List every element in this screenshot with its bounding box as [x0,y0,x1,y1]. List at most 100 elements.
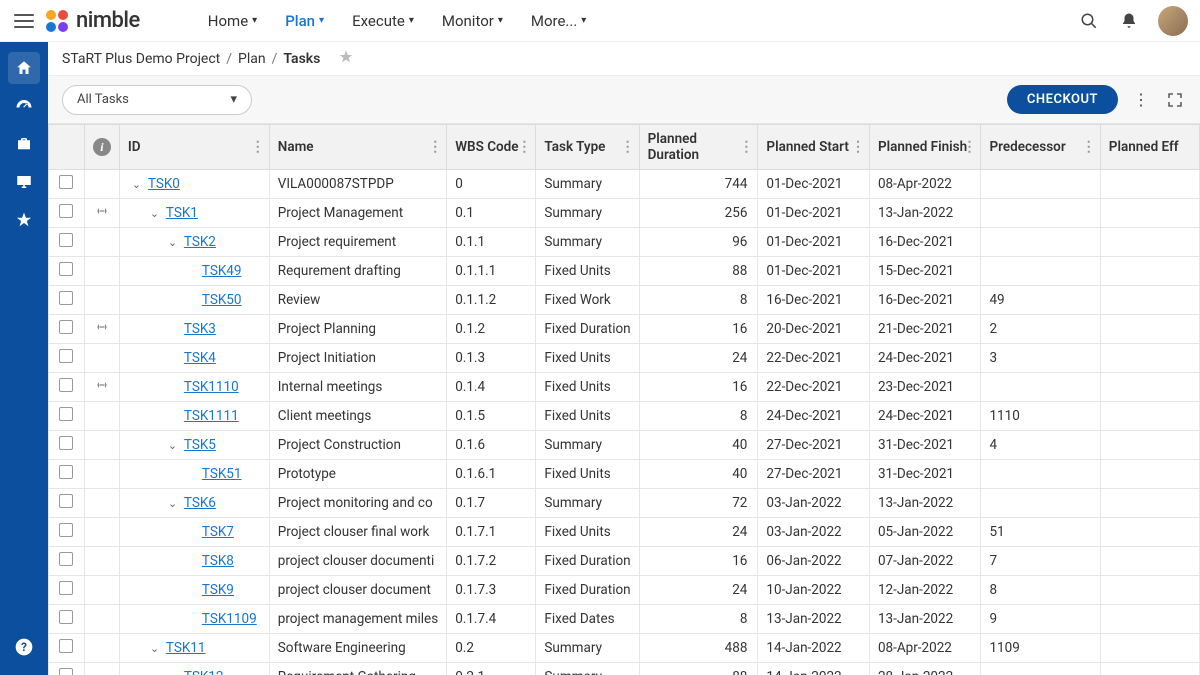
nav-item-execute[interactable]: Execute▾ [352,12,414,30]
table-row[interactable]: TSK8 project clouser documenti 0.1.7.2 F… [49,547,1200,576]
task-id-link[interactable]: TSK0 [148,176,180,192]
col-id[interactable]: ID⋮ [119,125,269,170]
nav-item-more[interactable]: More...▾ [531,12,586,30]
row-checkbox[interactable] [59,552,73,566]
task-id-link[interactable]: TSK12 [184,669,224,675]
favorite-star-icon[interactable] [338,49,354,69]
collapse-icon[interactable]: ⌄ [150,642,162,655]
col-menu-icon[interactable]: ⋮ [428,139,442,155]
row-checkbox[interactable] [59,349,73,363]
more-vert-icon[interactable]: ⋮ [1130,89,1152,111]
table-row[interactable]: ⌄TSK11 Software Engineering 0.2 Summary … [49,634,1200,663]
collapse-icon[interactable]: ⌄ [168,236,180,249]
col-menu-icon[interactable]: ⋮ [517,139,531,155]
table-row[interactable]: TSK3 Project Planning 0.1.2 Fixed Durati… [49,315,1200,344]
task-id-link[interactable]: TSK2 [184,234,216,250]
row-checkbox[interactable] [59,436,73,450]
collapse-icon[interactable]: ⌄ [132,178,144,191]
row-checkbox[interactable] [59,465,73,479]
col-type[interactable]: Task Type⋮ [536,125,639,170]
table-row[interactable]: TSK7 Project clouser final work 0.1.7.1 … [49,518,1200,547]
col-menu-icon[interactable]: ⋮ [621,139,635,155]
task-id-link[interactable]: TSK50 [202,292,242,308]
collapse-icon[interactable]: ⌄ [168,497,180,510]
table-row[interactable]: TSK50 Review 0.1.1.2 Fixed Work 8 16-Dec… [49,286,1200,315]
row-checkbox[interactable] [59,523,73,537]
task-id-link[interactable]: TSK3 [184,321,216,337]
col-name[interactable]: Name⋮ [269,125,446,170]
table-row[interactable]: TSK9 project clouser document 0.1.7.3 Fi… [49,576,1200,605]
row-checkbox[interactable] [59,262,73,276]
table-row[interactable]: TSK49 Requrement drafting 0.1.1.1 Fixed … [49,257,1200,286]
col-menu-icon[interactable]: ⋮ [851,139,865,155]
task-id-link[interactable]: TSK51 [202,466,242,482]
row-checkbox[interactable] [59,639,73,653]
row-checkbox[interactable] [59,320,73,334]
col-wbs[interactable]: WBS Code⋮ [447,125,536,170]
table-row[interactable]: TSK1111 Client meetings 0.1.5 Fixed Unit… [49,402,1200,431]
sidebar-briefcase-icon[interactable] [8,128,40,160]
sidebar-home-icon[interactable] [8,52,40,84]
col-start[interactable]: Planned Start⋮ [758,125,870,170]
col-menu-icon[interactable]: ⋮ [1082,139,1096,155]
table-row[interactable]: ⌄TSK12 Requirement Gathering 0.2.1 Summa… [49,663,1200,675]
checkout-button[interactable]: CHECKOUT [1007,85,1118,114]
row-checkbox[interactable] [59,610,73,624]
table-row[interactable]: ⌄TSK0 VILA000087STPDP 0 Summary 744 01-D… [49,170,1200,199]
sidebar-gauge-icon[interactable] [8,90,40,122]
collapse-icon[interactable]: ⌄ [150,207,162,220]
sidebar-desktop-icon[interactable] [8,166,40,198]
task-id-link[interactable]: TSK8 [202,553,234,569]
avatar[interactable] [1158,6,1188,36]
row-checkbox[interactable] [59,407,73,421]
fullscreen-icon[interactable] [1164,89,1186,111]
col-effort[interactable]: Planned Eff [1100,125,1199,170]
crumb-project[interactable]: STaRT Plus Demo Project [62,51,220,67]
collapse-icon[interactable]: ⌄ [168,439,180,452]
task-id-link[interactable]: TSK1111 [184,408,239,424]
row-checkbox[interactable] [59,233,73,247]
col-menu-icon[interactable]: ⋮ [739,139,753,155]
row-checkbox[interactable] [59,581,73,595]
row-checkbox[interactable] [59,378,73,392]
table-row[interactable]: TSK51 Prototype 0.1.6.1 Fixed Units 40 2… [49,460,1200,489]
task-id-link[interactable]: TSK1110 [184,379,239,395]
row-checkbox[interactable] [59,175,73,189]
col-duration[interactable]: Planned Duration⋮ [639,125,758,170]
task-id-link[interactable]: TSK1 [166,205,198,221]
row-checkbox[interactable] [59,668,73,675]
nav-item-monitor[interactable]: Monitor▾ [442,12,503,30]
collapse-icon[interactable]: ⌄ [168,671,180,675]
row-checkbox[interactable] [59,494,73,508]
row-checkbox[interactable] [59,291,73,305]
col-finish[interactable]: Planned Finish⋮ [869,125,981,170]
table-row[interactable]: ⌄TSK2 Project requirement 0.1.1 Summary … [49,228,1200,257]
task-id-link[interactable]: TSK5 [184,437,216,453]
table-row[interactable]: TSK1110 Internal meetings 0.1.4 Fixed Un… [49,373,1200,402]
table-row[interactable]: ⌄TSK5 Project Construction 0.1.6 Summary… [49,431,1200,460]
row-checkbox[interactable] [59,204,73,218]
nav-item-plan[interactable]: Plan▾ [285,12,324,30]
table-row[interactable]: TSK4 Project Initiation 0.1.3 Fixed Unit… [49,344,1200,373]
task-id-link[interactable]: TSK1109 [202,611,257,627]
task-id-link[interactable]: TSK49 [202,263,242,279]
task-id-link[interactable]: TSK7 [202,524,234,540]
col-predecessor[interactable]: Predecessor⋮ [981,125,1100,170]
crumb-section[interactable]: Plan [238,51,266,67]
table-container[interactable]: i ID⋮ Name⋮ WBS Code⋮ Task Type⋮ Planned… [48,124,1200,675]
logo[interactable]: nimble [44,8,140,34]
table-row[interactable]: TSK1109 project management miles 0.1.7.4… [49,605,1200,634]
task-id-link[interactable]: TSK11 [166,640,206,656]
table-row[interactable]: ⌄TSK6 Project monitoring and co 0.1.7 Su… [49,489,1200,518]
search-icon[interactable] [1078,10,1100,32]
task-id-link[interactable]: TSK6 [184,495,216,511]
task-id-link[interactable]: TSK9 [202,582,234,598]
sidebar-star-icon[interactable] [8,204,40,236]
bell-icon[interactable] [1118,10,1140,32]
nav-item-home[interactable]: Home▾ [208,12,257,30]
task-id-link[interactable]: TSK4 [184,350,216,366]
hamburger-icon[interactable] [12,9,36,33]
col-menu-icon[interactable]: ⋮ [962,139,976,155]
table-row[interactable]: ⌄TSK1 Project Management 0.1 Summary 256… [49,199,1200,228]
filter-dropdown[interactable]: All Tasks ▾ [62,85,252,115]
